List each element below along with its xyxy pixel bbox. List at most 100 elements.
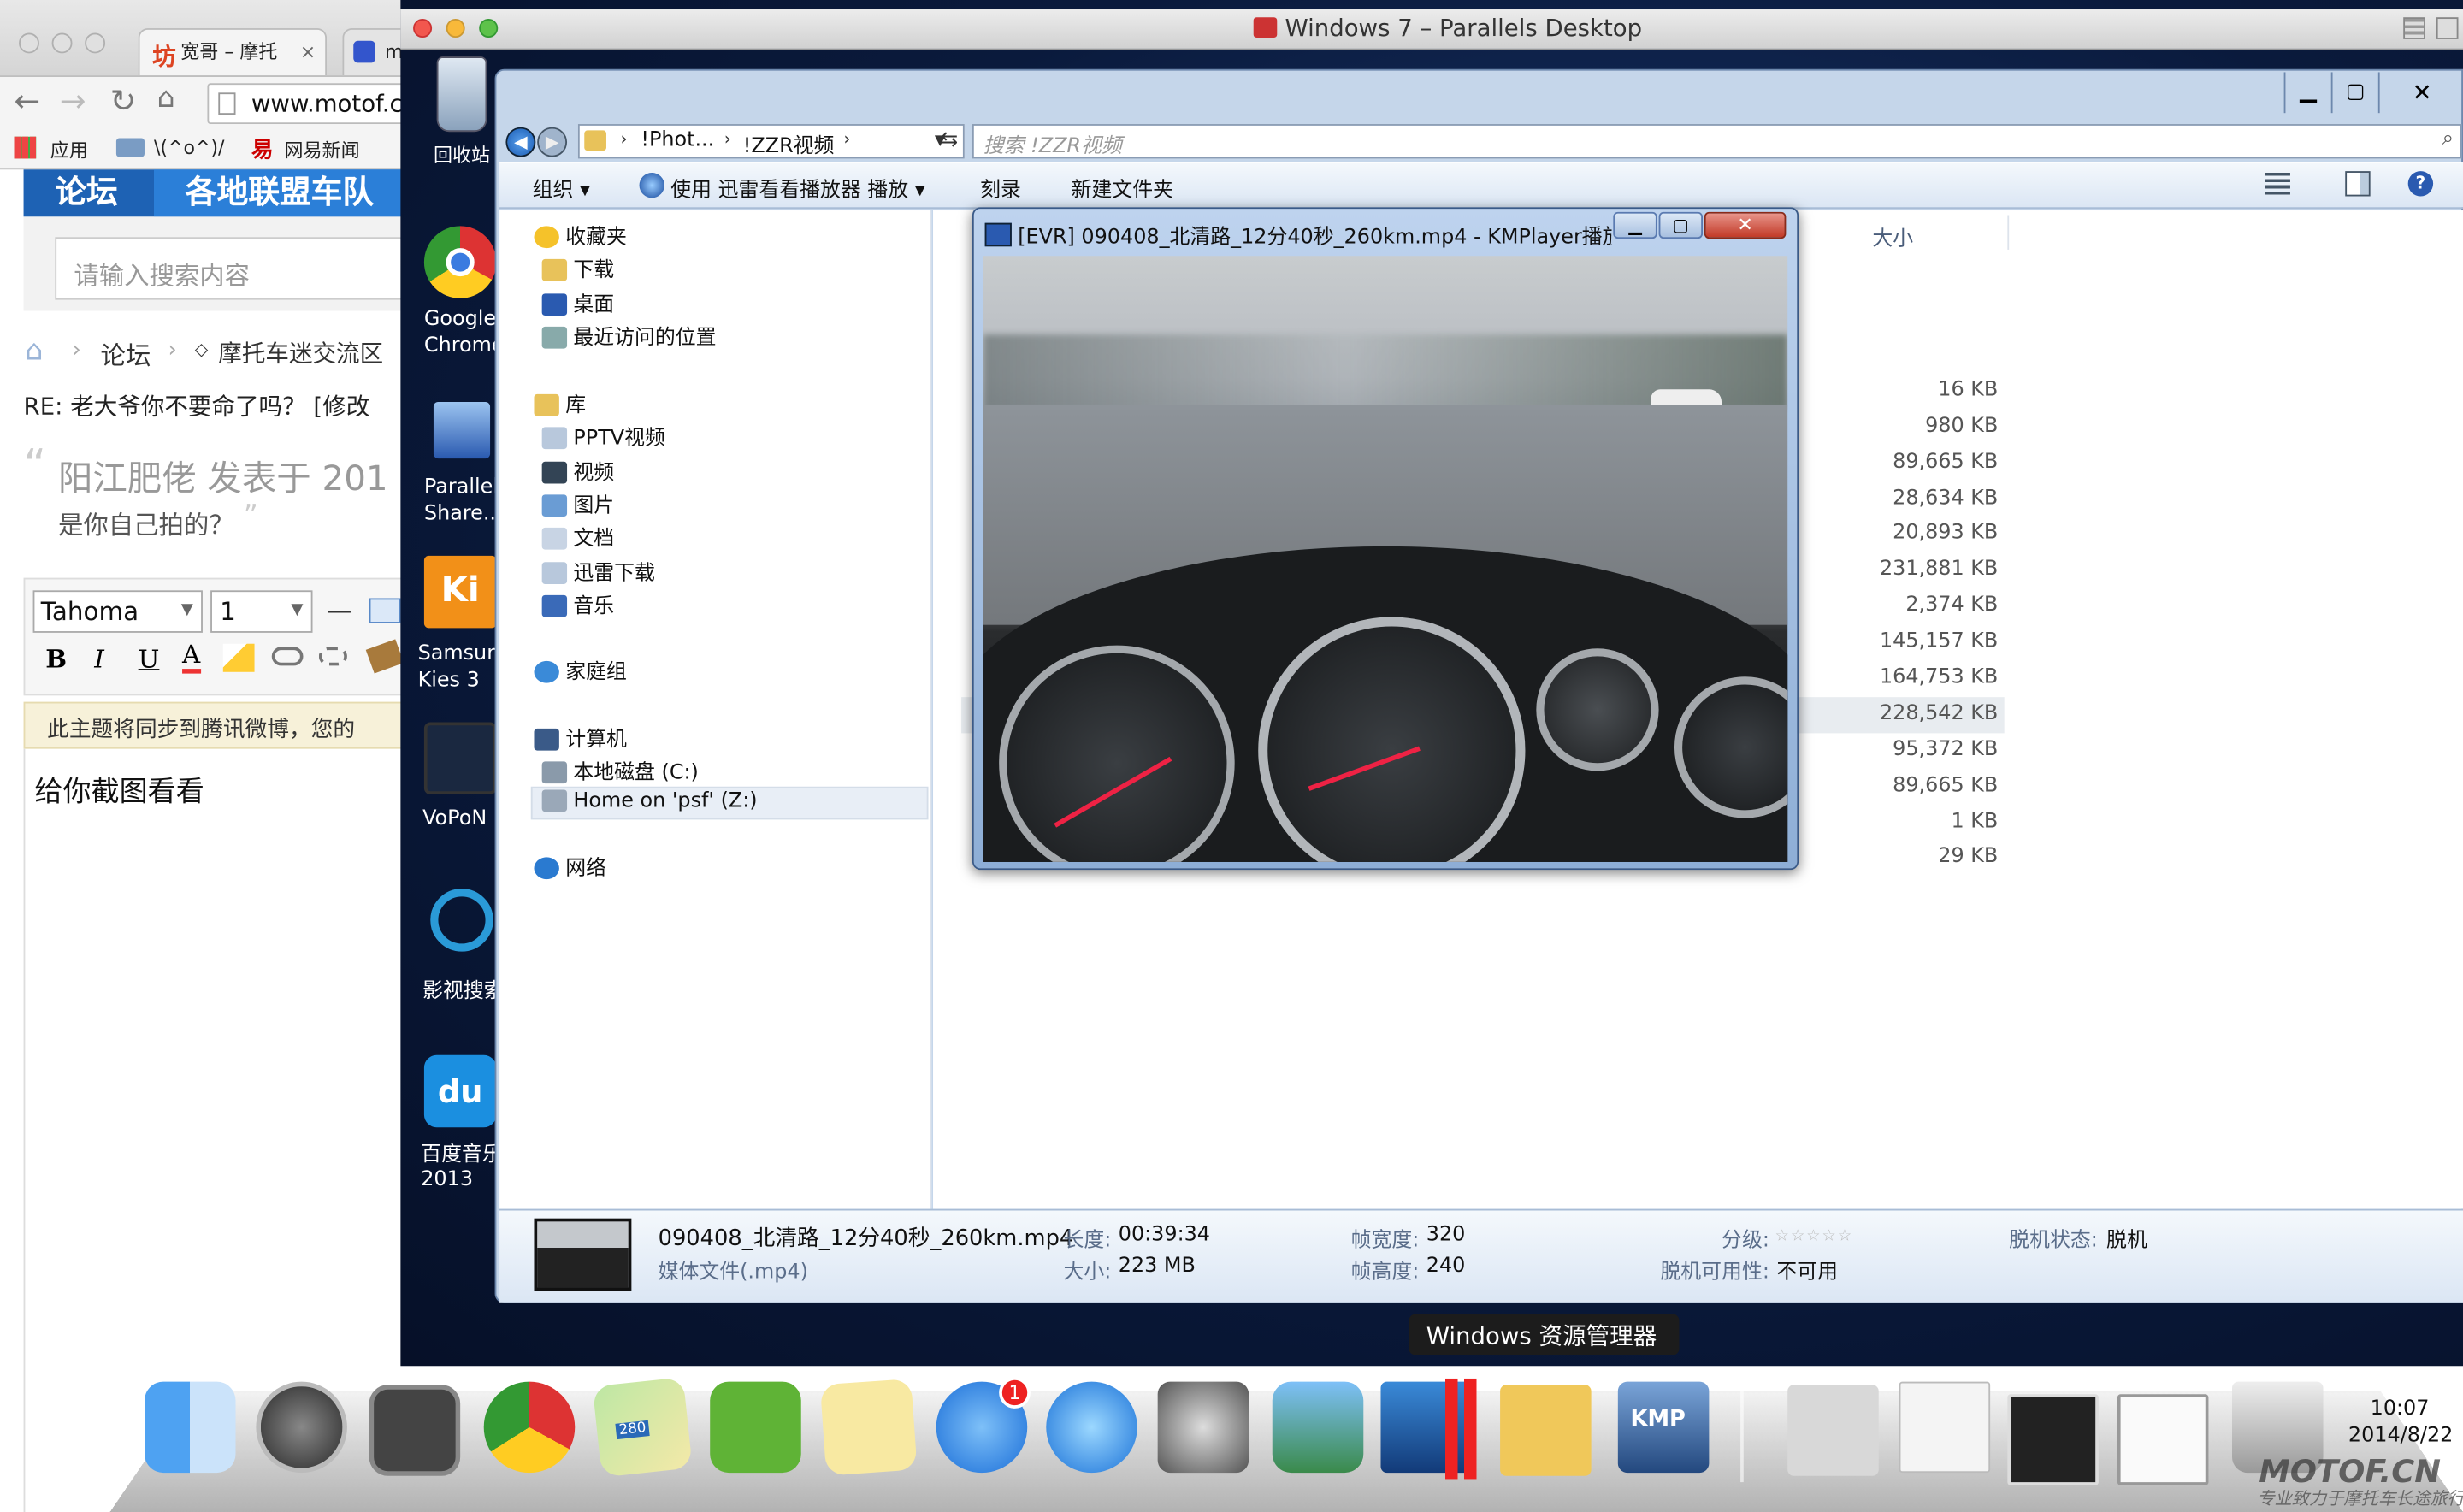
system-preferences-icon[interactable]	[1157, 1381, 1249, 1474]
nav-pictures[interactable]: 图片	[541, 492, 614, 523]
iphoto-icon[interactable]	[1272, 1381, 1364, 1474]
stickies-icon[interactable]	[819, 1379, 918, 1476]
nav-homegroup[interactable]: 家庭组	[534, 658, 627, 689]
nav-recent[interactable]: 最近访问的位置	[541, 323, 717, 355]
highlight-icon[interactable]	[222, 643, 255, 672]
baidu-music-icon[interactable]: du	[423, 1054, 497, 1128]
vopon-icon[interactable]	[423, 722, 497, 794]
tab-close-icon[interactable]: ×	[300, 30, 316, 74]
bold-icon[interactable]: B	[45, 644, 67, 674]
play-with-button[interactable]: 使用 迅雷看看播放器 播放 ▾	[670, 173, 924, 203]
nav-favorites[interactable]: 收藏夹	[534, 223, 627, 255]
coherence-icon[interactable]	[2403, 17, 2425, 39]
chrome-minimize-button[interactable]	[51, 32, 73, 54]
recycle-bin-icon[interactable]	[436, 56, 487, 133]
burn-button[interactable]: 刻录	[980, 173, 1021, 203]
home-icon[interactable]: ⌂	[157, 81, 175, 115]
bookmark-folder[interactable]: \(^o^)/	[154, 137, 224, 159]
reload-icon[interactable]: ↻	[110, 81, 137, 119]
chrome-dock-icon[interactable]	[483, 1381, 576, 1474]
document-icon[interactable]	[1899, 1381, 1991, 1474]
nav-psf-home[interactable]: Home on 'psf' (Z:)	[541, 787, 758, 818]
nav-computer[interactable]: 计算机	[534, 725, 627, 757]
italic-icon[interactable]: I	[94, 644, 104, 674]
back-icon[interactable]: ←	[15, 81, 41, 119]
forward-button[interactable]: ▶	[537, 127, 568, 157]
size-select[interactable]: 1 ▼	[210, 590, 313, 633]
address-breadcrumb[interactable]: › !Phot... › !ZZR视频 › ▼	[577, 124, 965, 159]
breadcrumb-section[interactable]: 摩托车迷交流区	[218, 336, 383, 369]
maps-icon[interactable]: 280	[592, 1377, 693, 1478]
video-frame[interactable]	[983, 256, 1788, 862]
chrome-tab-active[interactable]: 坊 宽哥 – 摩托 ×	[138, 28, 328, 76]
search-icon[interactable]: ⌕	[2442, 127, 2454, 151]
nav-pptv[interactable]: PPTV视频	[541, 424, 665, 456]
breadcrumb-forum[interactable]: 论坛	[101, 334, 151, 372]
nav-documents[interactable]: 文档	[541, 524, 614, 556]
chrome-zoom-button[interactable]	[85, 32, 106, 54]
font-select[interactable]: Tahoma ▼	[32, 590, 203, 633]
nav-desktop[interactable]: 桌面	[541, 291, 614, 322]
parallels-minimize-button[interactable]	[446, 19, 465, 38]
image-capture-icon[interactable]	[369, 1385, 461, 1476]
breadcrumb-zzr[interactable]: !ZZR视频	[743, 129, 835, 159]
launchpad-icon[interactable]	[256, 1381, 347, 1474]
finder-icon[interactable]	[144, 1381, 236, 1474]
table-icon[interactable]	[369, 598, 401, 623]
chrome-close-button[interactable]	[19, 32, 39, 54]
samsung-kies-icon[interactable]: Ki	[423, 555, 497, 629]
fullscreen-icon[interactable]	[2436, 17, 2459, 39]
video-search-icon[interactable]	[430, 889, 493, 952]
refresh-icon[interactable]: ⇆	[941, 129, 958, 153]
nav-libraries[interactable]: 库	[534, 391, 586, 422]
app-store-icon[interactable]: 1	[936, 1377, 1031, 1474]
itunes-icon[interactable]	[1046, 1381, 1137, 1474]
organize-button[interactable]: 组织 ▾	[533, 173, 590, 203]
screenshot-thumb-icon[interactable]	[2117, 1394, 2209, 1485]
nav-tab-forum[interactable]: 论坛	[55, 167, 117, 212]
search-box[interactable]: 搜索 !ZZR视频 ⌕	[972, 124, 2462, 159]
nav-network[interactable]: 网络	[534, 854, 606, 886]
nav-drive-c[interactable]: 本地磁盘 (C:)	[541, 759, 699, 790]
maximize-button[interactable]: ▢	[2330, 72, 2378, 114]
parallels-share-icon[interactable]	[433, 401, 491, 459]
nav-downloads[interactable]: 下载	[541, 256, 614, 287]
view-options-icon[interactable]	[2265, 172, 2290, 195]
address-bar[interactable]: www.motof.c	[207, 83, 428, 125]
column-header-size[interactable]: 大小	[1872, 221, 1913, 251]
kmp-dock-icon[interactable]: KMP	[1617, 1381, 1710, 1474]
nav-music[interactable]: 音乐	[541, 592, 614, 623]
new-folder-button[interactable]: 新建文件夹	[1072, 173, 1173, 203]
hr-icon[interactable]: —	[327, 595, 351, 625]
kmp-maximize-button[interactable]: ▢	[1658, 211, 1704, 239]
link-icon[interactable]	[271, 647, 304, 666]
search-input[interactable]: 请输入搜索内容	[55, 237, 409, 300]
underline-icon[interactable]: U	[139, 644, 160, 674]
bookmark-apps[interactable]: 应用	[50, 137, 88, 163]
nav-videos[interactable]: 视频	[541, 458, 614, 490]
evernote-icon[interactable]	[710, 1381, 801, 1474]
nav-tab-clubs[interactable]: 各地联盟车队	[186, 167, 374, 212]
bookmark-netease[interactable]: 网易新闻	[284, 137, 359, 163]
kmp-close-button[interactable]: ✕	[1704, 211, 1787, 239]
back-button[interactable]: ◀	[505, 127, 536, 157]
parallels-zoom-button[interactable]	[479, 19, 499, 38]
kmp-minimize-button[interactable]: ▁	[1613, 211, 1657, 239]
chrome-icon[interactable]	[423, 226, 497, 298]
nav-thunder[interactable]: 迅雷下载	[541, 559, 655, 591]
help-icon[interactable]: ?	[2407, 171, 2434, 197]
preview-pane-icon[interactable]	[2345, 171, 2371, 197]
minimize-button[interactable]: ▁	[2283, 72, 2331, 114]
unlink-icon[interactable]	[318, 647, 347, 666]
parallels-close-button[interactable]	[413, 19, 433, 38]
apps-grid-icon[interactable]	[14, 136, 37, 159]
rating-stars-icon[interactable]: ☆☆☆☆☆	[1775, 1228, 1854, 1245]
explorer-dock-icon[interactable]	[1500, 1385, 1592, 1476]
screenshot-thumb-icon[interactable]	[2007, 1394, 2099, 1485]
breadcrumb-home-icon[interactable]: ⌂	[25, 334, 43, 368]
close-button[interactable]: ✕	[2377, 72, 2463, 114]
font-color-icon[interactable]: A	[182, 640, 201, 674]
forward-icon[interactable]: →	[60, 81, 86, 119]
breadcrumb-photo[interactable]: !Phot...	[641, 129, 714, 153]
disk-utility-icon[interactable]	[1787, 1385, 1879, 1476]
